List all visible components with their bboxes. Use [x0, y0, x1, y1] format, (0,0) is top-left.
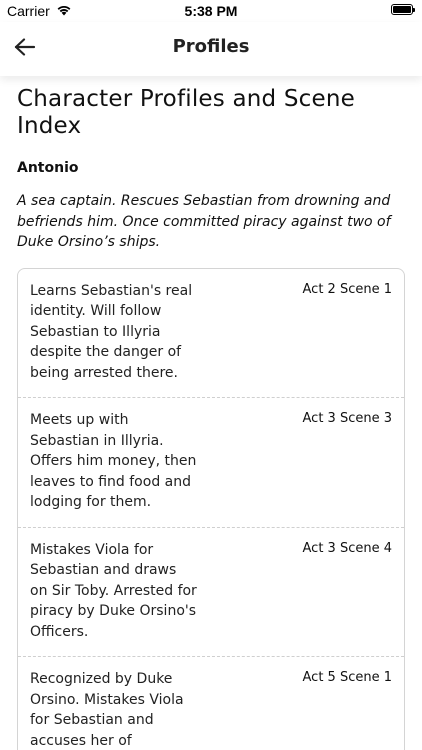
- scene-summary: Recognized by Duke Orsino. Mistakes Viol…: [30, 671, 184, 749]
- scene-list: Learns Sebastian's real identity. Will f…: [17, 267, 405, 750]
- scene-summary: Learns Sebastian's real identity. Will f…: [30, 282, 193, 381]
- battery-cap: [413, 8, 415, 12]
- content: Character Profiles and Scene Index Anton…: [0, 76, 422, 750]
- scene-reference: Act 5 Scene 1: [302, 670, 392, 685]
- battery-fill: [393, 6, 411, 13]
- scene-row[interactable]: Recognized by Duke Orsino. Mistakes Viol…: [18, 657, 404, 750]
- scene-row[interactable]: Mistakes Viola for Sebastian and draws o…: [18, 528, 404, 657]
- scene-reference: Act 2 Scene 1: [302, 281, 392, 297]
- character-name: Antonio: [17, 160, 79, 176]
- scene-summary: Meets up with Sebastian in Illyria. Offe…: [30, 412, 197, 510]
- character-description: A sea captain. Rescues Sebastian from dr…: [17, 193, 391, 250]
- nav-bar: Profiles: [0, 22, 422, 76]
- scene-row[interactable]: Meets up with Sebastian in Illyria. Offe…: [18, 398, 404, 528]
- status-time: 5:38 PM: [184, 3, 238, 19]
- screen: Carrier 5:38 PM Profiles Character Profi…: [0, 0, 422, 750]
- nav-title: Profiles: [172, 36, 250, 57]
- scene-reference: Act 3 Scene 4: [302, 540, 392, 556]
- scene-row[interactable]: Learns Sebastian's real identity. Will f…: [18, 269, 404, 398]
- scene-reference: Act 3 Scene 3: [302, 411, 392, 426]
- battery-icon: [391, 4, 415, 15]
- status-bar: Carrier 5:38 PM: [0, 0, 422, 22]
- status-right: [391, 4, 415, 15]
- scene-summary: Mistakes Viola for Sebastian and draws o…: [30, 541, 197, 640]
- page-title: Character Profiles and Scene Index: [17, 86, 355, 139]
